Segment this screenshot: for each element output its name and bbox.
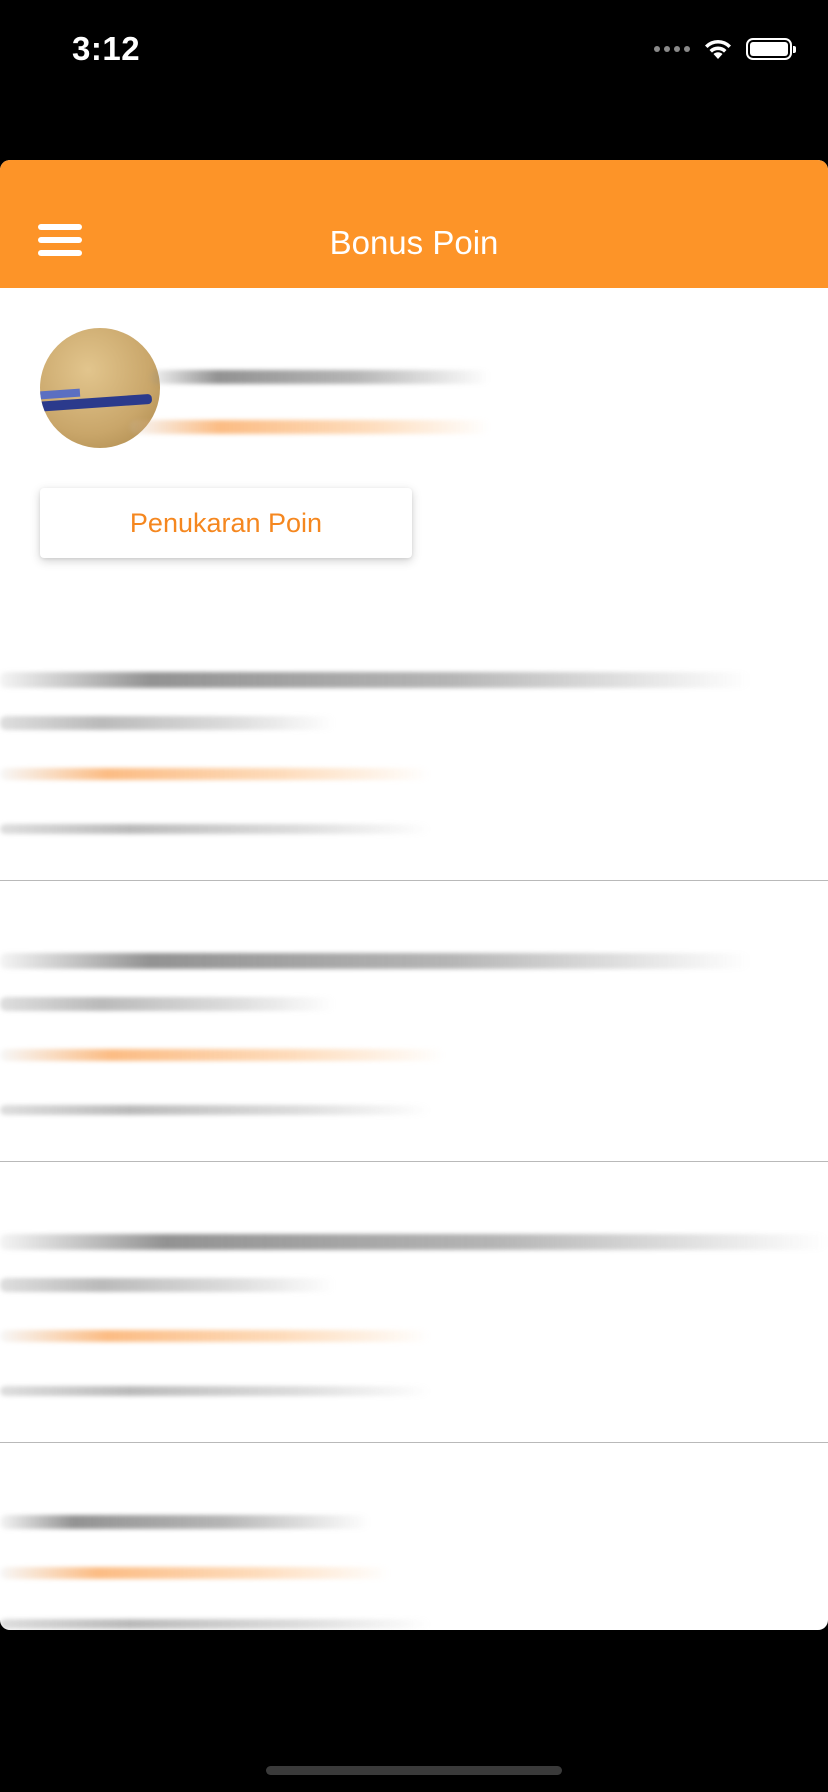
home-indicator[interactable] <box>266 1766 562 1775</box>
item-points-redacted <box>0 1330 430 1342</box>
app-header: Bonus Poin <box>0 160 828 288</box>
item-date-redacted <box>0 824 430 834</box>
list-item[interactable] <box>0 600 828 881</box>
item-date-redacted <box>0 1386 430 1396</box>
item-title-redacted <box>0 1234 828 1250</box>
item-title-redacted <box>0 672 750 688</box>
list-item[interactable] <box>0 881 828 1162</box>
wifi-icon <box>705 39 731 59</box>
item-title-redacted <box>0 953 750 969</box>
status-bar: 3:12 <box>0 0 828 100</box>
status-time: 3:12 <box>72 30 141 67</box>
exchange-points-button[interactable]: Penukaran Poin <box>40 488 412 558</box>
item-subtitle-redacted <box>0 1278 335 1292</box>
points-history-list <box>0 600 828 1630</box>
item-date-redacted <box>0 1105 430 1115</box>
item-points-redacted <box>0 1567 390 1579</box>
status-icons <box>654 34 796 64</box>
item-points-redacted <box>0 768 430 780</box>
cellular-signal-icon <box>654 46 690 52</box>
item-subtitle-redacted <box>0 716 335 730</box>
avatar-photo-detail <box>40 388 81 400</box>
battery-icon <box>746 38 796 60</box>
item-points-redacted <box>0 1049 445 1061</box>
app-sheet: Bonus Poin Penukaran Poin <box>0 160 828 1630</box>
profile-summary <box>40 328 780 448</box>
list-item[interactable] <box>0 1162 828 1443</box>
list-item[interactable] <box>0 1443 828 1630</box>
item-subtitle-redacted <box>0 997 335 1011</box>
profile-points-redacted <box>130 420 490 434</box>
page-title: Bonus Poin <box>329 224 499 261</box>
profile-name-redacted <box>150 370 490 384</box>
item-title-redacted <box>0 1515 370 1529</box>
item-date-redacted <box>0 1619 430 1629</box>
